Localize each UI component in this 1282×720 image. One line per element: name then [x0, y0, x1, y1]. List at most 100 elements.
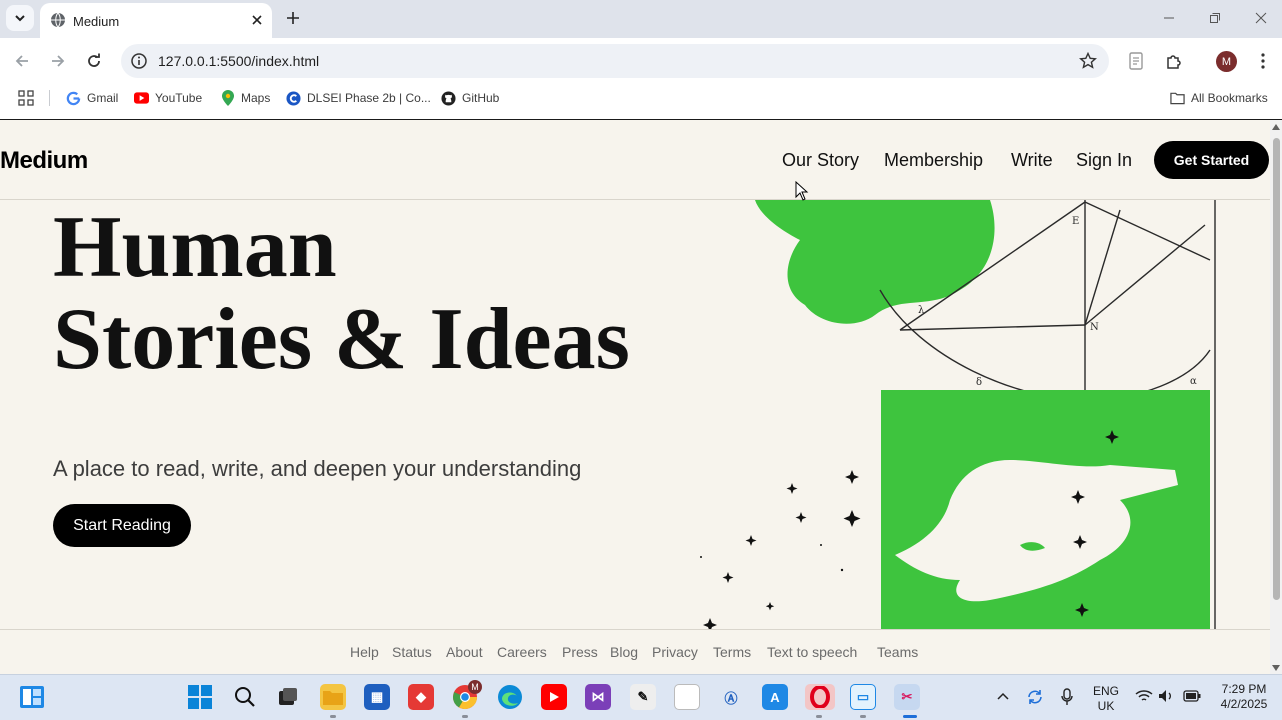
scroll-up-arrow-icon[interactable] — [1272, 124, 1280, 130]
bookmark-dlsei[interactable]: DLSEI Phase 2b | Co... — [286, 89, 431, 107]
hero-title-line1: Human — [53, 199, 337, 296]
opera-button[interactable] — [805, 684, 835, 710]
reading-mode-button[interactable] — [1125, 50, 1147, 72]
visual-studio-icon: ⋈ — [591, 689, 605, 704]
task-view-icon — [279, 688, 297, 705]
git-app-button[interactable]: ◆ — [408, 684, 434, 710]
svg-text:α: α — [1190, 376, 1197, 387]
notepad-button[interactable] — [674, 684, 700, 710]
tab-medium[interactable]: Medium — [40, 3, 272, 38]
nav-membership[interactable]: Membership — [884, 150, 983, 171]
start-button[interactable] — [187, 684, 213, 710]
close-icon — [1255, 12, 1267, 24]
scroll-thumb[interactable] — [1273, 138, 1280, 600]
tab-title: Medium — [73, 14, 120, 29]
get-started-button[interactable]: Get Started — [1154, 141, 1269, 179]
app-store-button[interactable]: Ⓐ — [718, 684, 744, 710]
search-button[interactable] — [232, 684, 258, 710]
file-explorer-button[interactable] — [320, 684, 346, 710]
footer-terms[interactable]: Terms — [713, 644, 751, 660]
extensions-button[interactable] — [1163, 50, 1185, 72]
bookmark-maps[interactable]: Maps — [220, 89, 270, 107]
edge-button[interactable] — [497, 684, 523, 710]
nav-our-story[interactable]: Our Story — [782, 150, 859, 171]
forward-button[interactable] — [46, 49, 70, 73]
folder-icon — [323, 691, 343, 705]
restore-button[interactable] — [1201, 6, 1229, 30]
bookmark-youtube[interactable]: YouTube — [134, 89, 202, 107]
battery-icon[interactable] — [1183, 690, 1201, 702]
site-header: Medium Our Story Membership Write Sign I… — [0, 120, 1270, 200]
footer-careers[interactable]: Careers — [497, 644, 547, 660]
start-reading-button[interactable]: Start Reading — [53, 504, 191, 547]
footer-blog[interactable]: Blog — [610, 644, 638, 660]
bookmark-label: Gmail — [87, 91, 119, 105]
footer-privacy[interactable]: Privacy — [652, 644, 698, 660]
hero-title: Human Stories & Ideas — [53, 202, 630, 386]
clock[interactable]: 7:29 PM 4/2/2025 — [1214, 682, 1274, 712]
minimize-icon — [1164, 17, 1174, 19]
bookmark-label: DLSEI Phase 2b | Co... — [307, 91, 431, 105]
opera-icon — [810, 686, 830, 708]
chevron-down-icon — [15, 15, 25, 22]
svg-text:δ: δ — [976, 377, 982, 388]
new-tab-button[interactable] — [282, 7, 304, 29]
url-text[interactable]: 127.0.0.1:5500/index.html — [158, 53, 319, 69]
reload-button[interactable] — [82, 49, 106, 73]
footer-status[interactable]: Status — [392, 644, 432, 660]
volume-icon[interactable] — [1158, 689, 1174, 703]
kebab-menu-icon — [1261, 53, 1265, 69]
notes-app-button[interactable]: ▭ — [850, 684, 876, 710]
edge-icon — [498, 685, 522, 709]
visual-studio-button[interactable]: ⋈ — [585, 684, 611, 710]
tab-close-button[interactable] — [248, 11, 266, 29]
capcut-button[interactable]: ✎ — [630, 684, 656, 710]
site-logo[interactable]: Medium — [0, 147, 88, 175]
bookmark-star-icon[interactable] — [1079, 52, 1097, 70]
footer-help[interactable]: Help — [350, 644, 379, 660]
bookmark-label: YouTube — [155, 91, 203, 105]
nav-sign-in[interactable]: Sign In — [1076, 150, 1132, 171]
bookmark-gmail[interactable]: Gmail — [66, 89, 118, 107]
region-code: UK — [1097, 699, 1115, 713]
footer-about[interactable]: About — [446, 644, 483, 660]
restore-icon — [1210, 13, 1220, 23]
microphone-icon[interactable] — [1061, 688, 1073, 706]
wifi-icon[interactable] — [1135, 689, 1153, 703]
profile-avatar[interactable]: M — [1216, 51, 1237, 72]
footer-teams[interactable]: Teams — [877, 644, 918, 660]
site-info-icon[interactable] — [130, 52, 148, 70]
maps-icon — [220, 90, 235, 106]
svg-text:E: E — [1072, 216, 1079, 227]
input-language[interactable]: ENG UK — [1092, 684, 1120, 714]
bookmark-github[interactable]: GitHub — [441, 89, 499, 107]
task-view-button[interactable] — [275, 684, 301, 710]
close-window-button[interactable] — [1247, 6, 1275, 30]
back-arrow-icon — [15, 55, 28, 67]
snipping-tool-button[interactable]: ✂ — [894, 684, 920, 710]
svg-text:λ: λ — [918, 305, 925, 316]
running-indicator — [860, 715, 866, 718]
azure-button[interactable]: A — [762, 684, 788, 710]
apps-grid-icon[interactable] — [18, 90, 34, 106]
address-bar[interactable]: 127.0.0.1:5500/index.html — [121, 44, 1109, 78]
browser-menu-button[interactable] — [1252, 50, 1274, 72]
all-bookmarks[interactable]: All Bookmarks — [1170, 89, 1268, 107]
tab-search-button[interactable] — [6, 5, 34, 31]
widgets-button[interactable] — [19, 684, 45, 710]
hero-title-line2: Stories & Ideas — [53, 291, 630, 388]
nav-write[interactable]: Write — [1011, 150, 1053, 171]
back-button[interactable] — [10, 49, 34, 73]
chevron-up-icon[interactable] — [997, 692, 1009, 700]
minimize-button[interactable] — [1155, 6, 1183, 30]
page-scrollbar[interactable] — [1270, 120, 1282, 674]
scroll-down-arrow-icon[interactable] — [1272, 665, 1280, 671]
bookmarks-divider — [49, 90, 50, 106]
footer-text-to-speech[interactable]: Text to speech — [767, 644, 857, 660]
store-button[interactable]: ▦ — [364, 684, 390, 710]
sync-icon[interactable] — [1026, 688, 1044, 706]
youtube-app-button[interactable] — [541, 684, 567, 710]
all-bookmarks-label: All Bookmarks — [1191, 91, 1268, 105]
footer-press[interactable]: Press — [562, 644, 598, 660]
page-viewport: Medium Our Story Membership Write Sign I… — [0, 119, 1282, 674]
